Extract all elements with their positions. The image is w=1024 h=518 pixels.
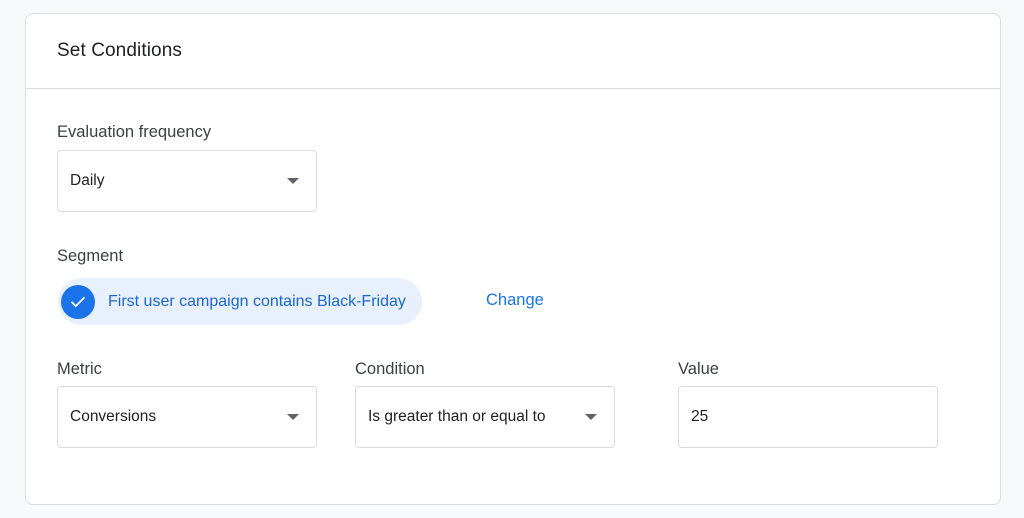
- evaluation-frequency-select[interactable]: Daily: [57, 150, 317, 212]
- segment-chip[interactable]: First user campaign contains Black-Frida…: [58, 278, 422, 325]
- metric-value: Conversions: [70, 408, 157, 425]
- segment-label: Segment: [57, 247, 124, 265]
- evaluation-frequency-label: Evaluation frequency: [57, 123, 212, 141]
- caret-down-icon: [585, 414, 597, 420]
- value-input-text: 25: [691, 408, 709, 425]
- condition-label: Condition: [355, 360, 425, 378]
- card-title: Set Conditions: [57, 40, 182, 61]
- set-conditions-card: Set Conditions Evaluation frequency Dail…: [25, 13, 1001, 505]
- caret-down-icon: [287, 178, 299, 184]
- metric-select[interactable]: Conversions: [57, 386, 317, 448]
- change-segment-link[interactable]: Change: [486, 291, 544, 310]
- card-header: Set Conditions: [26, 14, 1000, 89]
- caret-down-icon: [287, 414, 299, 420]
- value-input[interactable]: 25: [678, 386, 938, 448]
- condition-value: Is greater than or equal to: [368, 408, 546, 425]
- segment-chip-label: First user campaign contains Black-Frida…: [108, 292, 406, 310]
- value-label: Value: [678, 360, 719, 378]
- metric-label: Metric: [57, 360, 102, 378]
- check-icon: [61, 284, 95, 319]
- condition-select[interactable]: Is greater than or equal to: [355, 386, 615, 448]
- evaluation-frequency-value: Daily: [70, 172, 105, 189]
